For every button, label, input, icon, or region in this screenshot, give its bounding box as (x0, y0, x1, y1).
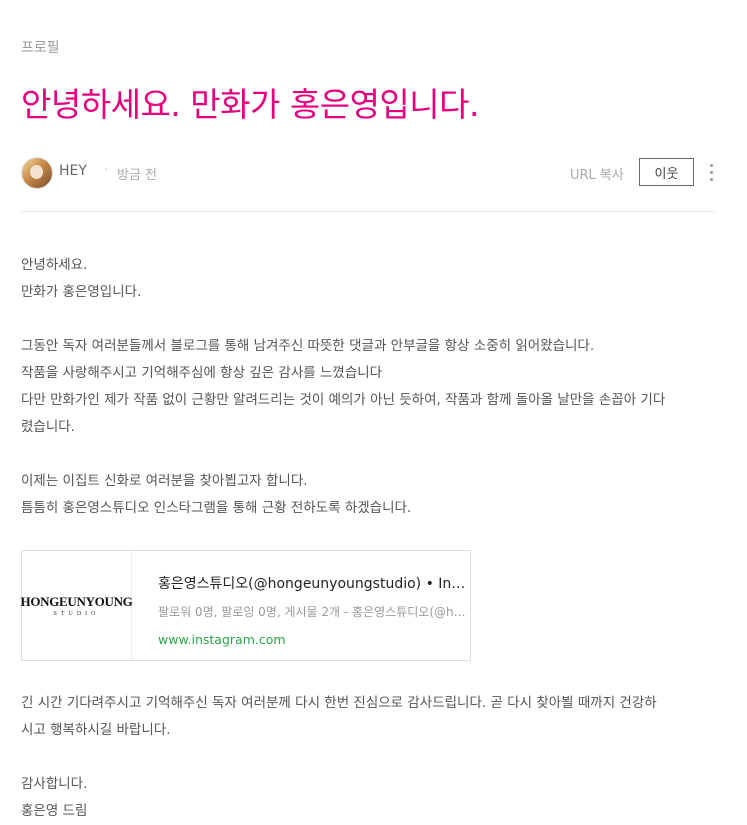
studio-logo: HONGEUNYOUNG (20, 594, 133, 609)
card-info: 홍은영스튜디오(@hongeunyoungstudio) • Instagram… (132, 551, 468, 660)
divider (21, 211, 715, 212)
text-line: 감사합니다. (21, 776, 88, 792)
post-body: 안녕하세요. 만화가 홍은영입니다. 그동안 독자 여러분들께서 블로그를 통해… (21, 252, 715, 522)
text-line: 그동안 독자 여러분들께서 블로그를 통해 남겨주신 따뜻한 댓글과 안부글을 … (21, 338, 595, 354)
card-url[interactable]: www.instagram.com (158, 632, 468, 647)
text-line: 안녕하세요. (21, 257, 88, 273)
avatar[interactable] (21, 157, 53, 189)
neighbor-button[interactable]: 이웃 (639, 158, 694, 186)
text-line: 만화가 홍은영입니다. (21, 284, 142, 300)
more-options-icon[interactable] (705, 160, 717, 184)
card-thumbnail: HONGEUNYOUNG STUDIO (20, 551, 133, 660)
text-line: 이제는 이집트 신화로 여러분을 찾아뵙고자 합니다. (21, 473, 308, 489)
author-name[interactable]: HEY (59, 163, 87, 179)
text-line: 작품을 사랑해주시고 기억해주심에 항상 깊은 감사를 느꼈습니다 (21, 365, 383, 381)
card-title[interactable]: 홍은영스튜디오(@hongeunyoungstudio) • Instagram… (158, 573, 468, 593)
studio-logo-sub: STUDIO (53, 611, 100, 617)
meta-separator: · (104, 163, 109, 178)
post-meta: HEY · 방금 전 URL 복사 이웃 (21, 155, 715, 189)
post-body-end: 긴 시간 기다려주시고 기억해주신 독자 여러분께 다시 한번 진심으로 감사드… (21, 690, 715, 825)
link-preview-card[interactable]: HONGEUNYOUNG STUDIO 홍은영스튜디오(@hongeunyoun… (21, 550, 471, 661)
text-line: 홍은영 드림 (21, 803, 88, 819)
post-time: 방금 전 (117, 168, 158, 183)
text-line: 긴 시간 기다려주시고 기억해주신 독자 여러분께 다시 한번 진심으로 감사드… (21, 695, 657, 711)
card-description: 팔로워 0명, 팔로잉 0명, 게시물 2개 - 홍은영스튜디오(@hongeu… (158, 605, 468, 619)
post-title: 안녕하세요. 만화가 홍은영입니다. (21, 85, 480, 124)
post-category[interactable]: 프로필 (21, 37, 60, 57)
text-line: 렸습니다. (21, 419, 75, 435)
url-copy-button[interactable]: URL 복사 (570, 164, 624, 183)
text-line: 틈틈히 홍은영스튜디오 인스타그램을 통해 근황 전하도록 하겠습니다. (21, 500, 412, 516)
text-line: 시고 행복하시길 바랍니다. (21, 722, 171, 738)
text-line: 다만 만화가인 제가 작품 없이 근황만 알려드리는 것이 예의가 아닌 듯하여… (21, 392, 666, 408)
